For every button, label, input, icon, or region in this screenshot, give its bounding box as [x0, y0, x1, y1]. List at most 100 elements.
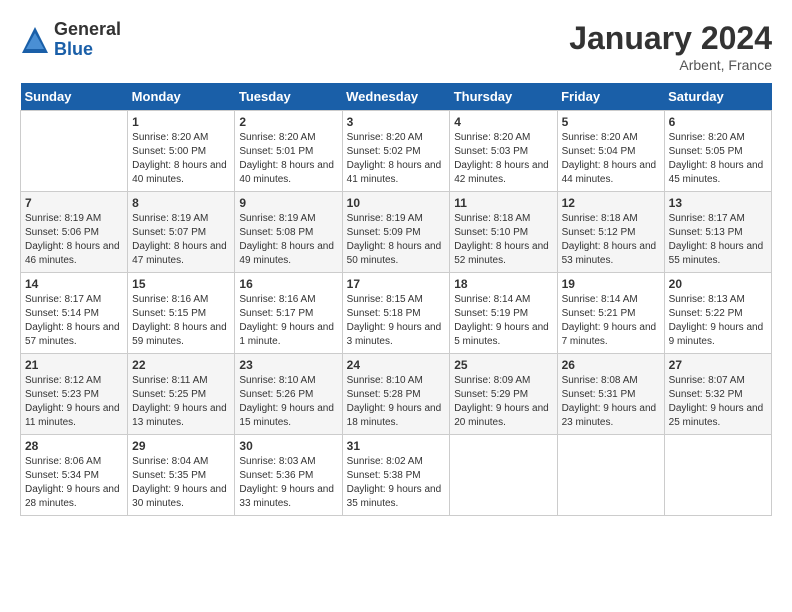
day-info: Sunrise: 8:20 AM Sunset: 5:04 PM Dayligh… [562, 131, 660, 187]
calendar-cell: 15Sunrise: 8:16 AM Sunset: 5:15 PM Dayli… [128, 273, 235, 354]
logo-general-text: General [54, 20, 121, 40]
day-info: Sunrise: 8:18 AM Sunset: 5:10 PM Dayligh… [454, 212, 552, 268]
day-info: Sunrise: 8:13 AM Sunset: 5:22 PM Dayligh… [669, 293, 767, 349]
week-row-5: 28 Sunrise: 8:06 AM Sunset: 5:34 PM Dayli… [21, 435, 772, 516]
column-header-monday: Monday [128, 83, 235, 111]
week-row-2: 7 Sunrise: 8:19 AM Sunset: 5:06 PM Daylig… [21, 192, 772, 273]
day-info: Sunrise: 8:10 AM Sunset: 5:28 PM Dayligh… [347, 374, 446, 430]
day-number: 11 [454, 196, 552, 210]
calendar-cell: 22 Sunrise: 8:11 AM Sunset: 5:25 PM Dayli… [128, 354, 235, 435]
day-info: Sunrise: 8:20 AM Sunset: 5:02 PM Dayligh… [347, 131, 446, 187]
month-title: January 2024 [569, 20, 772, 57]
day-number: 23 [239, 358, 337, 372]
day-number: 16 [239, 277, 337, 291]
day-number: 18 [454, 277, 552, 291]
day-number: 28 [25, 439, 123, 453]
calendar-header-row: SundayMondayTuesdayWednesdayThursdayFrid… [21, 83, 772, 111]
column-header-tuesday: Tuesday [235, 83, 342, 111]
logo: General Blue [20, 20, 121, 60]
day-number: 9 [239, 196, 337, 210]
calendar-cell: 17 Sunrise: 8:15 AM Sunset: 5:18 PM Dayli… [342, 273, 450, 354]
calendar-cell: 12 Sunrise: 8:18 AM Sunset: 5:12 PM Dayli… [557, 192, 664, 273]
calendar-cell: 6 Sunrise: 8:20 AM Sunset: 5:05 PM Daylig… [664, 111, 771, 192]
logo-text: General Blue [54, 20, 121, 60]
day-info: Sunrise: 8:03 AM Sunset: 5:36 PM Dayligh… [239, 455, 337, 511]
calendar-cell [664, 435, 771, 516]
day-info: Sunrise: 8:17 AM Sunset: 5:14 PM Dayligh… [25, 293, 123, 349]
day-info: Sunrise: 8:06 AM Sunset: 5:34 PM Dayligh… [25, 455, 123, 511]
calendar-cell: 3 Sunrise: 8:20 AM Sunset: 5:02 PM Daylig… [342, 111, 450, 192]
day-info: Sunrise: 8:20 AM Sunset: 5:03 PM Dayligh… [454, 131, 552, 187]
day-number: 5 [562, 115, 660, 129]
column-header-sunday: Sunday [21, 83, 128, 111]
calendar-cell [450, 435, 557, 516]
day-number: 20 [669, 277, 767, 291]
calendar: SundayMondayTuesdayWednesdayThursdayFrid… [20, 83, 772, 516]
day-info: Sunrise: 8:20 AM Sunset: 5:00 PM Dayligh… [132, 131, 230, 187]
day-number: 24 [347, 358, 446, 372]
day-number: 6 [669, 115, 767, 129]
day-info: Sunrise: 8:14 AM Sunset: 5:19 PM Dayligh… [454, 293, 552, 349]
day-number: 14 [25, 277, 123, 291]
day-number: 29 [132, 439, 230, 453]
calendar-cell: 13 Sunrise: 8:17 AM Sunset: 5:13 PM Dayli… [664, 192, 771, 273]
calendar-cell: 1 Sunrise: 8:20 AM Sunset: 5:00 PM Daylig… [128, 111, 235, 192]
day-number: 19 [562, 277, 660, 291]
calendar-cell: 27Sunrise: 8:07 AM Sunset: 5:32 PM Dayli… [664, 354, 771, 435]
calendar-cell: 26 Sunrise: 8:08 AM Sunset: 5:31 PM Dayli… [557, 354, 664, 435]
location: Arbent, France [569, 57, 772, 73]
logo-icon [20, 25, 50, 55]
column-header-thursday: Thursday [450, 83, 557, 111]
logo-blue-text: Blue [54, 40, 121, 60]
calendar-cell: 31Sunrise: 8:02 AM Sunset: 5:38 PM Dayli… [342, 435, 450, 516]
calendar-cell: 20 Sunrise: 8:13 AM Sunset: 5:22 PM Dayli… [664, 273, 771, 354]
day-number: 26 [562, 358, 660, 372]
calendar-cell: 18 Sunrise: 8:14 AM Sunset: 5:19 PM Dayli… [450, 273, 557, 354]
day-number: 17 [347, 277, 446, 291]
day-info: Sunrise: 8:18 AM Sunset: 5:12 PM Dayligh… [562, 212, 660, 268]
day-info: Sunrise: 8:19 AM Sunset: 5:09 PM Dayligh… [347, 212, 446, 268]
calendar-cell: 2Sunrise: 8:20 AM Sunset: 5:01 PM Daylig… [235, 111, 342, 192]
day-info: Sunrise: 8:17 AM Sunset: 5:13 PM Dayligh… [669, 212, 767, 268]
day-number: 25 [454, 358, 552, 372]
column-header-wednesday: Wednesday [342, 83, 450, 111]
calendar-cell: 9Sunrise: 8:19 AM Sunset: 5:08 PM Daylig… [235, 192, 342, 273]
day-info: Sunrise: 8:04 AM Sunset: 5:35 PM Dayligh… [132, 455, 230, 511]
day-info: Sunrise: 8:15 AM Sunset: 5:18 PM Dayligh… [347, 293, 446, 349]
calendar-cell [21, 111, 128, 192]
day-info: Sunrise: 8:19 AM Sunset: 5:06 PM Dayligh… [25, 212, 123, 268]
calendar-cell: 8 Sunrise: 8:19 AM Sunset: 5:07 PM Daylig… [128, 192, 235, 273]
calendar-cell: 23Sunrise: 8:10 AM Sunset: 5:26 PM Dayli… [235, 354, 342, 435]
day-info: Sunrise: 8:08 AM Sunset: 5:31 PM Dayligh… [562, 374, 660, 430]
week-row-1: 1 Sunrise: 8:20 AM Sunset: 5:00 PM Daylig… [21, 111, 772, 192]
week-row-4: 21 Sunrise: 8:12 AM Sunset: 5:23 PM Dayli… [21, 354, 772, 435]
calendar-cell: 24 Sunrise: 8:10 AM Sunset: 5:28 PM Dayli… [342, 354, 450, 435]
calendar-cell [557, 435, 664, 516]
calendar-cell: 25 Sunrise: 8:09 AM Sunset: 5:29 PM Dayli… [450, 354, 557, 435]
header: General Blue January 2024 Arbent, France [20, 20, 772, 73]
day-info: Sunrise: 8:12 AM Sunset: 5:23 PM Dayligh… [25, 374, 123, 430]
day-info: Sunrise: 8:19 AM Sunset: 5:07 PM Dayligh… [132, 212, 230, 268]
day-number: 21 [25, 358, 123, 372]
day-info: Sunrise: 8:11 AM Sunset: 5:25 PM Dayligh… [132, 374, 230, 430]
day-number: 8 [132, 196, 230, 210]
day-number: 12 [562, 196, 660, 210]
day-number: 3 [347, 115, 446, 129]
day-number: 1 [132, 115, 230, 129]
column-header-saturday: Saturday [664, 83, 771, 111]
title-area: January 2024 Arbent, France [569, 20, 772, 73]
calendar-cell: 29 Sunrise: 8:04 AM Sunset: 5:35 PM Dayli… [128, 435, 235, 516]
day-info: Sunrise: 8:20 AM Sunset: 5:05 PM Dayligh… [669, 131, 767, 187]
day-number: 22 [132, 358, 230, 372]
calendar-cell: 28 Sunrise: 8:06 AM Sunset: 5:34 PM Dayli… [21, 435, 128, 516]
day-number: 7 [25, 196, 123, 210]
calendar-cell: 10Sunrise: 8:19 AM Sunset: 5:09 PM Dayli… [342, 192, 450, 273]
day-number: 13 [669, 196, 767, 210]
week-row-3: 14 Sunrise: 8:17 AM Sunset: 5:14 PM Dayli… [21, 273, 772, 354]
day-info: Sunrise: 8:02 AM Sunset: 5:38 PM Dayligh… [347, 455, 446, 511]
day-info: Sunrise: 8:09 AM Sunset: 5:29 PM Dayligh… [454, 374, 552, 430]
calendar-cell: 21 Sunrise: 8:12 AM Sunset: 5:23 PM Dayli… [21, 354, 128, 435]
day-info: Sunrise: 8:20 AM Sunset: 5:01 PM Dayligh… [239, 131, 337, 187]
calendar-cell: 19Sunrise: 8:14 AM Sunset: 5:21 PM Dayli… [557, 273, 664, 354]
calendar-cell: 16Sunrise: 8:16 AM Sunset: 5:17 PM Dayli… [235, 273, 342, 354]
